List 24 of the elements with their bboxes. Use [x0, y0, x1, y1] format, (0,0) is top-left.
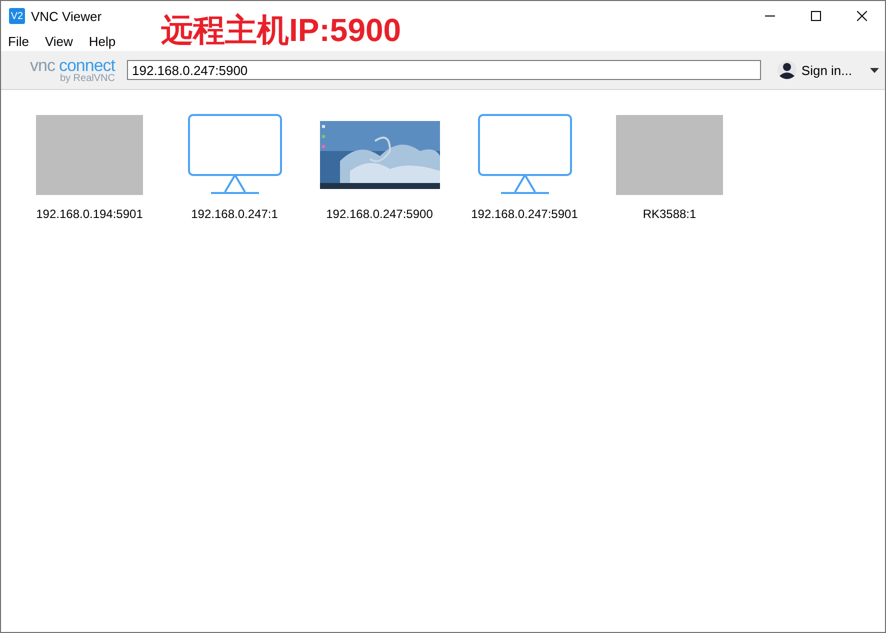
connection-label: 192.168.0.247:5901: [471, 207, 578, 221]
sign-in-button[interactable]: Sign in...: [777, 60, 852, 80]
logo-text: connect: [58, 56, 115, 74]
monitor-icon[interactable]: [478, 114, 572, 196]
monitor-icon[interactable]: [188, 114, 282, 196]
caret-icon[interactable]: [870, 68, 879, 72]
connection-label: RK3588:1: [642, 207, 696, 221]
logo-subtitle: by RealVNC: [60, 74, 115, 84]
window-title: VNC Viewer: [31, 8, 102, 24]
maximize-icon[interactable]: [811, 11, 821, 21]
user-icon[interactable]: [777, 60, 798, 80]
annotation-text: 远程主机IP:5900: [161, 11, 402, 50]
connection-label: 192.168.0.247:1: [191, 207, 278, 221]
menu-item[interactable]: File: [1, 34, 37, 48]
connection-label: 192.168.0.194:5901: [36, 207, 143, 221]
address-field[interactable]: 192.168.0.247:5900: [127, 60, 762, 80]
connection-label: 192.168.0.247:5900: [326, 207, 433, 221]
menu-item[interactable]: Help: [80, 34, 124, 48]
blank-thumbnail[interactable]: [616, 115, 723, 195]
close-icon[interactable]: [857, 11, 867, 21]
menu-item[interactable]: View: [36, 34, 81, 48]
logo-text: vnc: [30, 56, 55, 74]
blank-thumbnail[interactable]: [36, 115, 143, 195]
app-logo-icon: V2: [9, 8, 25, 24]
